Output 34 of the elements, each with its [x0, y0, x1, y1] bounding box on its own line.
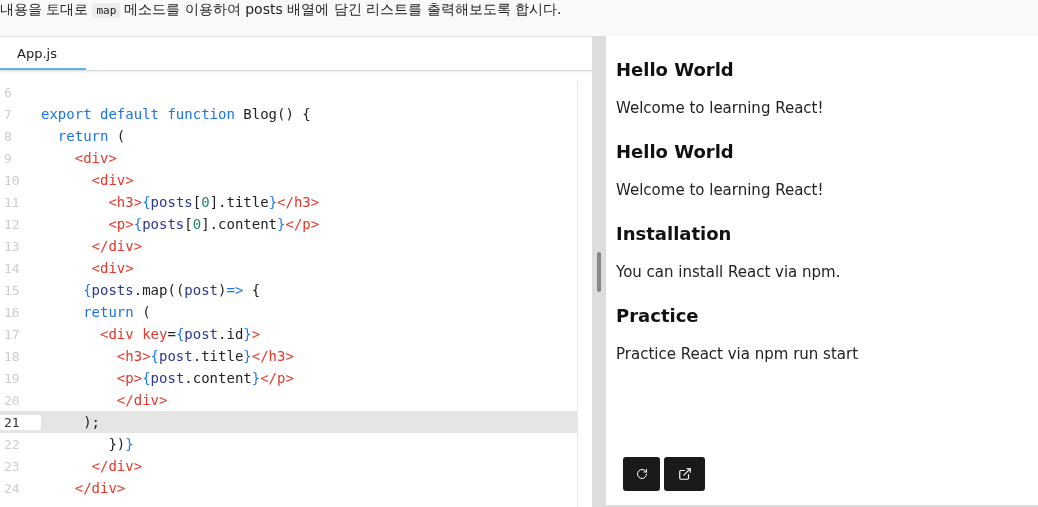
preview-heading: Practice [616, 304, 700, 328]
preview-heading: Hello World [616, 58, 735, 82]
preview-paragraph: Welcome to learning React! [616, 181, 825, 199]
open-external-button[interactable] [664, 457, 705, 491]
refresh-icon [635, 468, 648, 480]
line-number: 21 [0, 414, 41, 430]
refresh-button[interactable] [623, 457, 660, 491]
instruction-text: 내용을 토대로 map 메소드를 이용하여 posts 배열에 담긴 리스트를 출력해보도록 합시다. [0, 0, 562, 20]
preview-heading: Installation [616, 222, 733, 246]
code-line: <h3>{post.title}</h3> [115, 348, 294, 364]
preview-paragraph: Welcome to learning React! [616, 99, 825, 117]
code-line: <div key={post.id}> [99, 326, 261, 342]
code-line: return ( [82, 304, 151, 320]
code-line: <p>{posts[0].content}</p> [107, 216, 320, 232]
code-line: </div> [73, 480, 126, 496]
preview-paragraph: You can install React via npm. [616, 263, 842, 281]
preview-heading: Hello World [616, 140, 735, 164]
external-link-icon [677, 467, 692, 481]
code-line: <p>{post.content}</p> [115, 370, 294, 386]
preview-paragraph: Practice React via npm run start [616, 345, 860, 363]
code-line: {posts.map((post)=> { [82, 282, 261, 298]
code-line: </div> [115, 392, 168, 408]
code-line: return ( [56, 128, 126, 144]
code-line: </div> [90, 238, 143, 254]
code-line: <h3>{posts[0].title}</h3> [107, 194, 320, 210]
code-line: export default function Blog() { [41, 106, 311, 122]
code-line: </div> [90, 458, 143, 474]
resize-handle[interactable] [597, 251, 601, 292]
code-line: <div> [90, 172, 134, 188]
code-line: <div> [73, 150, 117, 166]
file-tab[interactable]: App.js [0, 37, 86, 70]
code-line: })} [107, 436, 134, 452]
code-line: ); [82, 414, 100, 430]
code-line: <div> [90, 260, 134, 276]
